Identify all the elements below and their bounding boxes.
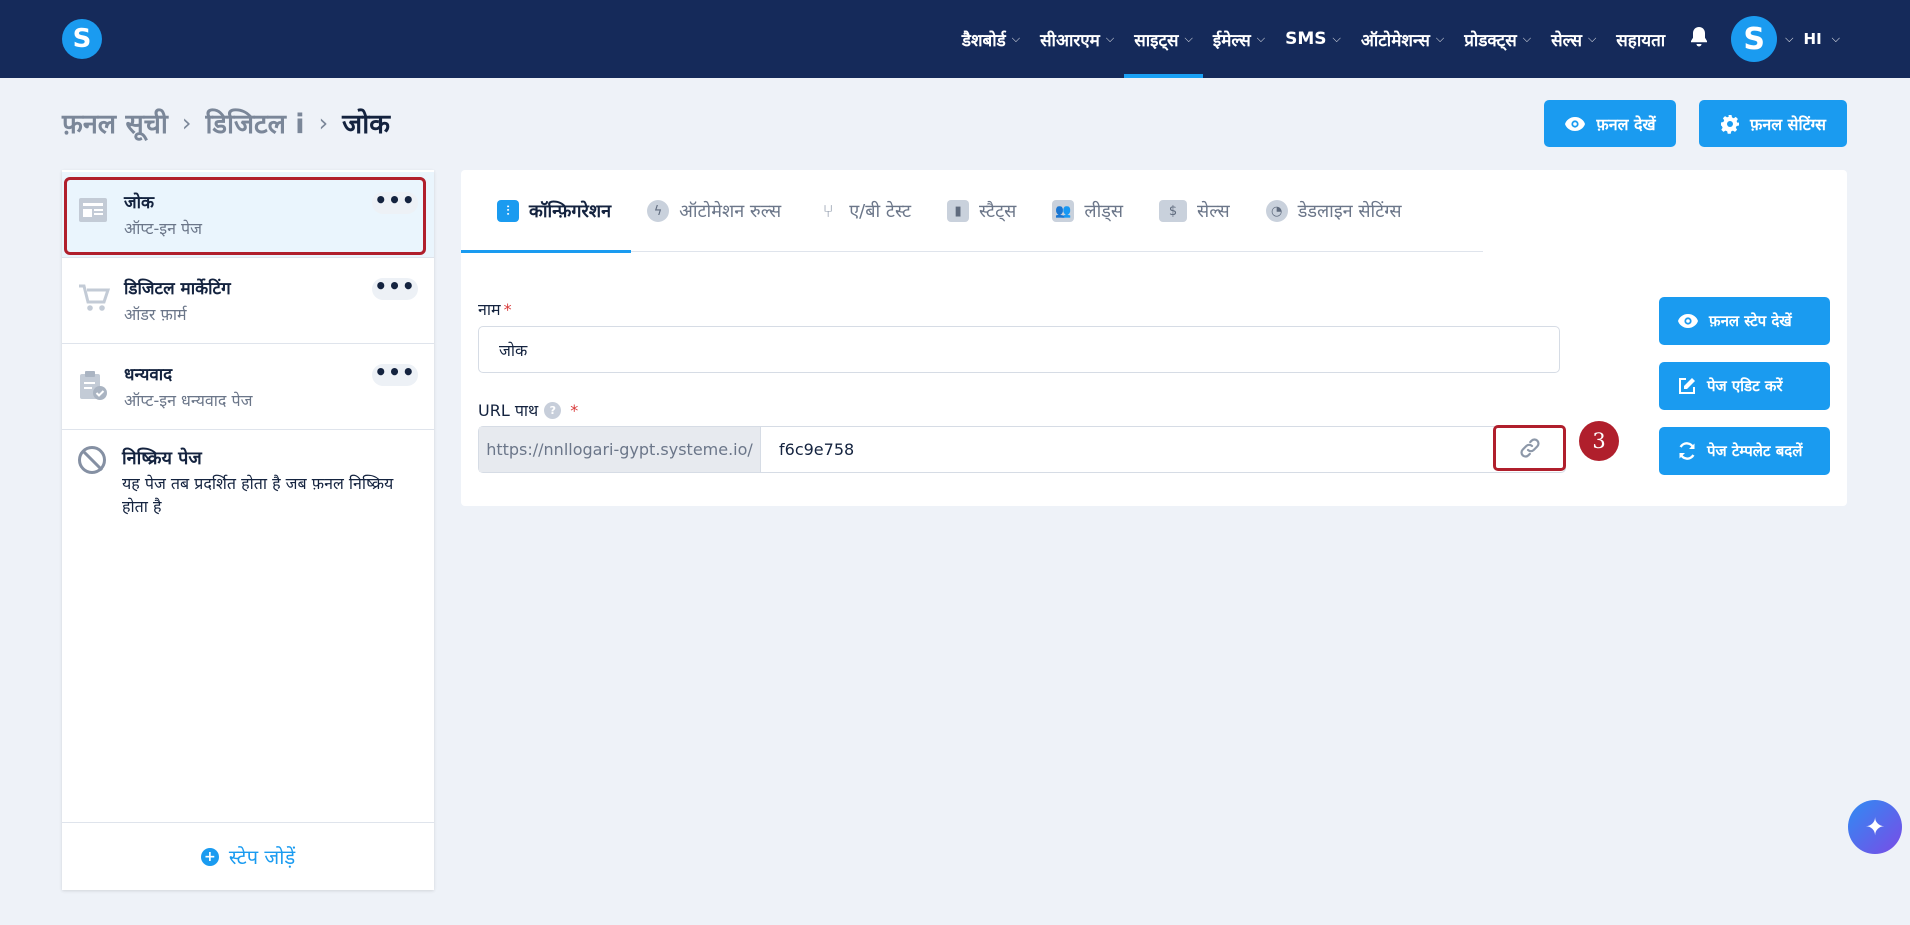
ai-assistant-sparkle-icon[interactable]: ✦ (1848, 800, 1902, 854)
clipboard-check-icon (78, 369, 108, 400)
nav-sms[interactable]: SMS ⌵ (1275, 0, 1351, 78)
more-options-button[interactable]: ••• (372, 362, 418, 386)
tab-sales[interactable]: $ सेल्स (1141, 170, 1248, 252)
name-input[interactable]: जोक (478, 326, 1560, 373)
inactive-page-description: यह पेज तब प्रदर्शित होता है जब फ़नल निष्… (122, 474, 394, 516)
eye-icon (1565, 116, 1586, 131)
name-label: नाम * (478, 300, 512, 319)
chevron-right-icon: › (318, 108, 329, 137)
breadcrumb-funnel-list[interactable]: फ़नल सूची (62, 104, 168, 141)
chevron-down-icon: ⌵ (1587, 32, 1597, 45)
nav-automations[interactable]: ऑटोमेशन्स ⌵ (1351, 0, 1454, 78)
url-path-label: URL पाथ ? * (478, 400, 579, 421)
annotation-badge: 3 (1579, 421, 1619, 461)
funnel-steps-sidebar: जोक ऑप्ट-इन पेज ••• डिजिटल मार्केटिंग ऑड… (62, 170, 434, 890)
eye-icon (1678, 314, 1698, 328)
systeme-logo[interactable]: S (62, 19, 102, 59)
nav-dashboard[interactable]: डैशबोर्ड ⌵ (952, 0, 1030, 78)
avatar[interactable]: S (1731, 16, 1778, 62)
highlight-outline (64, 177, 426, 255)
chevron-down-icon: ⌵ (1011, 32, 1021, 45)
gear-icon (1721, 114, 1739, 134)
tab-automation-rules[interactable]: ϟ ऑटोमेशन रुल्स (631, 170, 799, 252)
step-title: धन्यवाद (124, 365, 173, 385)
url-domain-prefix: https://nnllogari-gypt.systeme.io/ (479, 427, 761, 472)
clock-icon: ◔ (1265, 200, 1288, 222)
top-navbar: S डैशबोर्ड ⌵ सीआरएम ⌵ साइट्स ⌵ ईमेल्स ⌵ SMS ⌵… (0, 0, 1910, 78)
step-config-panel: ⫶ कॉन्फ़िगरेशन ϟ ऑटोमेशन रुल्स ⑂ ए/बी टे… (461, 170, 1847, 506)
chevron-right-icon: › (181, 108, 192, 137)
sidebar-step-thankyou[interactable]: धन्यवाद ऑप्ट-इन धन्यवाद पेज ••• (62, 344, 434, 430)
help-icon[interactable]: ? (544, 401, 562, 419)
step-tabs: ⫶ कॉन्फ़िगरेशन ϟ ऑटोमेशन रुल्स ⑂ ए/बी टे… (461, 170, 1483, 253)
url-path-input[interactable]: f6c9e758 (761, 427, 1565, 472)
link-icon (1519, 438, 1540, 458)
chevron-down-icon: ⌵ (1256, 32, 1266, 45)
change-template-button[interactable]: पेज टेम्पलेट बदलें (1659, 427, 1830, 475)
chevron-down-icon: ⌵ (1522, 32, 1532, 45)
users-icon: 👥 (1052, 200, 1075, 222)
plus-circle-icon: + (200, 847, 219, 866)
nav-sites[interactable]: साइट्स ⌵ (1124, 0, 1203, 78)
nav-crm[interactable]: सीआरएम ⌵ (1030, 0, 1124, 78)
edit-icon (1679, 378, 1695, 394)
nav-products[interactable]: प्रोडक्ट्स ⌵ (1454, 0, 1541, 78)
cart-icon (78, 283, 111, 313)
url-path-field: https://nnllogari-gypt.systeme.io/ f6c9e… (478, 426, 1566, 473)
refresh-icon (1679, 442, 1695, 460)
step-subtitle: ऑडर फ़ार्म (124, 305, 187, 324)
chevron-down-icon: ⌵ (1831, 32, 1840, 45)
sidebar-step-digital-marketing[interactable]: डिजिटल मार्केटिंग ऑडर फ़ार्म ••• (62, 258, 434, 344)
language-selector[interactable]: HI ⌵ (1804, 30, 1840, 48)
inactive-page-title: निष्क्रिय पेज (122, 448, 202, 469)
nav-sales[interactable]: सेल्स ⌵ (1541, 0, 1606, 78)
sliders-icon: ⫶ (497, 200, 519, 222)
nav-emails[interactable]: ईमेल्स ⌵ (1203, 0, 1275, 78)
copy-link-button[interactable] (1493, 425, 1566, 471)
chevron-down-icon[interactable]: ⌵ (1777, 32, 1803, 46)
tab-stats[interactable]: ▮ स्टैट्स (929, 170, 1034, 252)
funnel-settings-button[interactable]: फ़नल सेटिंग्स (1699, 100, 1847, 147)
bell-icon[interactable] (1675, 26, 1723, 53)
step-title: डिजिटल मार्केटिंग (124, 279, 231, 299)
ban-icon (78, 446, 106, 474)
sidebar-step-joke[interactable]: जोक ऑप्ट-इन पेज ••• (62, 172, 434, 258)
chevron-down-icon: ⌵ (1105, 32, 1115, 45)
bar-chart-icon: ▮ (947, 200, 970, 222)
main-nav: डैशबोर्ड ⌵ सीआरएम ⌵ साइट्स ⌵ ईमेल्स ⌵ SMS ⌵ ऑ… (952, 0, 1840, 78)
edit-page-button[interactable]: पेज एडिट करें (1659, 362, 1830, 410)
tab-deadline-settings[interactable]: ◔ डेडलाइन सेटिंग्स (1248, 170, 1420, 252)
breadcrumb-funnel[interactable]: डिजिटल i (206, 104, 305, 141)
chevron-down-icon: ⌵ (1184, 32, 1193, 45)
step-subtitle: ऑप्ट-इन धन्यवाद पेज (124, 391, 253, 410)
breadcrumb-current-step: जोक (342, 109, 390, 140)
tab-ab-test[interactable]: ⑂ ए/बी टेस्ट (799, 170, 929, 252)
add-step-button[interactable]: + स्टेप जोड़ें (62, 822, 434, 890)
bolt-icon: ϟ (647, 200, 670, 222)
breadcrumb: फ़नल सूची › डिजिटल i › जोक (62, 104, 390, 141)
more-options-button[interactable]: ••• (372, 276, 418, 300)
view-funnel-button[interactable]: फ़नल देखें (1544, 100, 1676, 147)
chevron-down-icon: ⌵ (1332, 32, 1341, 45)
split-icon: ⑂ (822, 200, 834, 222)
nav-help[interactable]: सहायता (1606, 0, 1675, 78)
chevron-down-icon: ⌵ (1435, 32, 1445, 45)
view-funnel-step-button[interactable]: फ़नल स्टेप देखें (1659, 297, 1830, 345)
tab-configuration[interactable]: ⫶ कॉन्फ़िगरेशन (461, 170, 632, 253)
tab-leads[interactable]: 👥 लीड्स (1034, 170, 1141, 252)
dollar-icon: $ (1159, 200, 1188, 222)
